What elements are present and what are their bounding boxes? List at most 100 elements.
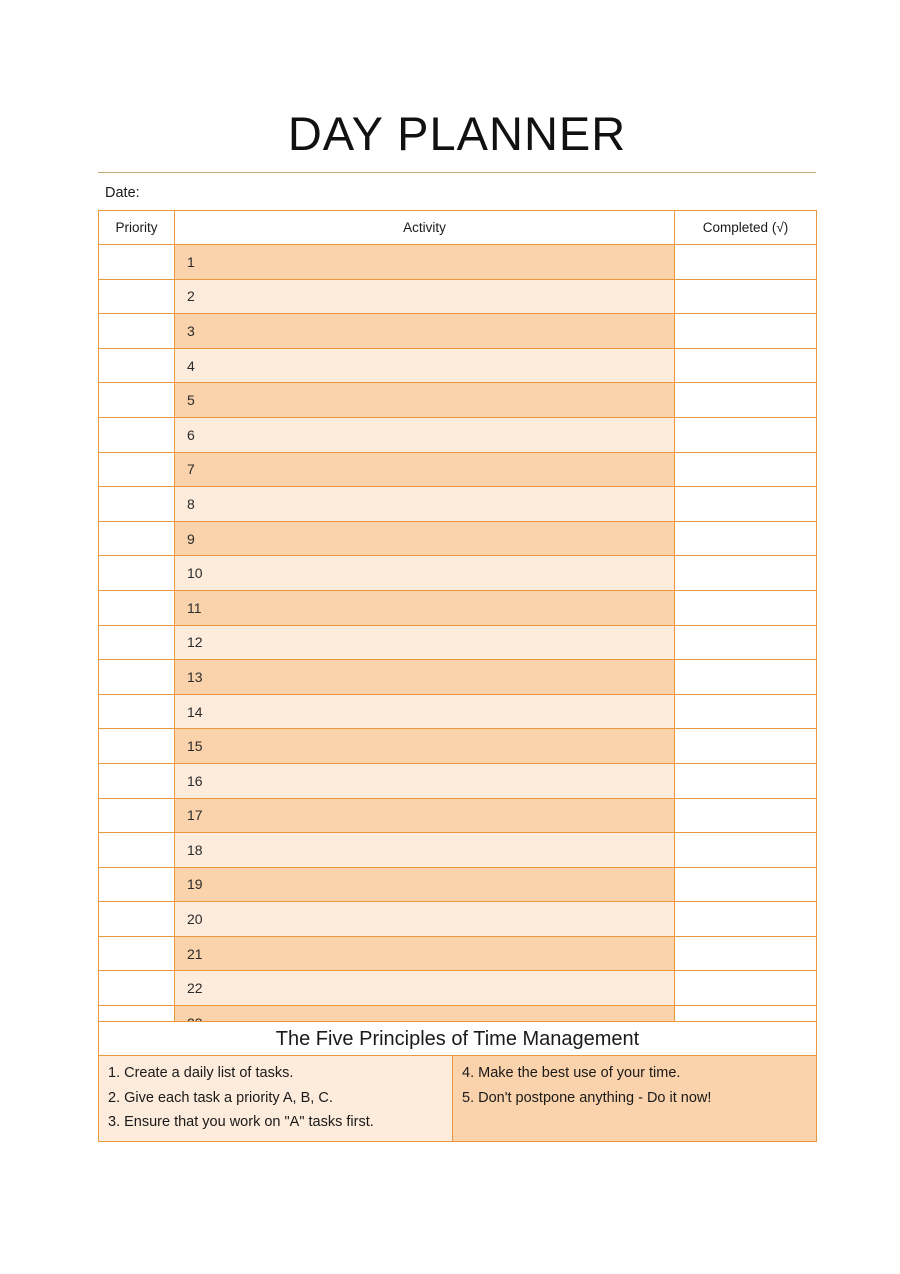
activity-cell[interactable]: 5: [174, 382, 675, 418]
table-row: 20: [98, 901, 817, 937]
priority-cell[interactable]: [98, 728, 175, 764]
completed-cell[interactable]: [674, 347, 817, 384]
principles-heading: The Five Principles of Time Management: [98, 1021, 817, 1056]
completed-cell[interactable]: [674, 382, 817, 418]
table-row: 6: [98, 416, 817, 453]
table-row: 10: [98, 555, 817, 591]
table-row: 5: [98, 382, 817, 418]
completed-cell[interactable]: [674, 832, 817, 868]
day-planner-page: DAY PLANNER Date: Priority Activity Comp…: [0, 0, 900, 1274]
completed-cell[interactable]: [674, 313, 817, 349]
activity-cell[interactable]: 22: [174, 970, 675, 1007]
table-header: Priority Activity Completed (√): [98, 210, 817, 245]
priority-cell[interactable]: [98, 347, 175, 384]
activity-cell[interactable]: 4: [174, 347, 675, 384]
priority-cell[interactable]: [98, 520, 175, 557]
priority-cell[interactable]: [98, 832, 175, 868]
priority-cell[interactable]: [98, 244, 175, 280]
date-label: Date:: [105, 185, 140, 201]
completed-cell[interactable]: [674, 693, 817, 730]
principles-left-cell: 1. Create a daily list of tasks. 2. Give …: [98, 1055, 453, 1142]
page-title: DAY PLANNER: [287, 107, 627, 160]
principles-heading-row: The Five Principles of Time Management: [98, 1021, 817, 1056]
table-row: 4: [98, 347, 817, 384]
priority-cell[interactable]: [98, 866, 175, 903]
priority-cell[interactable]: [98, 416, 175, 453]
priority-cell[interactable]: [98, 555, 175, 591]
activity-cell[interactable]: 11: [174, 589, 675, 626]
table-row: 17: [98, 797, 817, 834]
table-row: 16: [98, 762, 817, 799]
activity-cell[interactable]: 15: [174, 728, 675, 764]
activity-cell[interactable]: 18: [174, 832, 675, 868]
priority-cell[interactable]: [98, 659, 175, 695]
planner-table: Priority Activity Completed (√) 12345678…: [98, 210, 817, 1041]
priority-cell[interactable]: [98, 486, 175, 522]
completed-cell[interactable]: [674, 970, 817, 1007]
principles-content-row: 1. Create a daily list of tasks. 2. Give …: [98, 1055, 817, 1142]
activity-cell[interactable]: 9: [174, 520, 675, 557]
table-row: 14: [98, 693, 817, 730]
completed-cell[interactable]: [674, 451, 817, 488]
table-row: 19: [98, 866, 817, 903]
principle-item: 4. Make the best use of your time.: [462, 1065, 681, 1081]
completed-cell[interactable]: [674, 416, 817, 453]
priority-cell[interactable]: [98, 693, 175, 730]
principles-right-list: 4. Make the best use of your time. 5. Don…: [453, 1056, 816, 1116]
completed-cell[interactable]: [674, 278, 817, 315]
completed-cell[interactable]: [674, 659, 817, 695]
principle-item: 3. Ensure that you work on "A" tasks fir…: [108, 1114, 374, 1130]
completed-cell[interactable]: [674, 486, 817, 522]
principle-item: 1. Create a daily list of tasks.: [108, 1065, 294, 1081]
principles-right-cell: 4. Make the best use of your time. 5. Don…: [452, 1055, 817, 1142]
completed-cell[interactable]: [674, 935, 817, 972]
completed-cell[interactable]: [674, 244, 817, 280]
priority-cell[interactable]: [98, 970, 175, 1007]
priority-cell[interactable]: [98, 382, 175, 418]
completed-cell[interactable]: [674, 901, 817, 937]
table-row: 13: [98, 659, 817, 695]
activity-cell[interactable]: 14: [174, 693, 675, 730]
table-row: 9: [98, 520, 817, 557]
activity-cell[interactable]: 8: [174, 486, 675, 522]
activity-cell[interactable]: 10: [174, 555, 675, 591]
principle-item: 2. Give each task a priority A, B, C.: [108, 1089, 333, 1106]
completed-cell[interactable]: [674, 520, 817, 557]
priority-cell[interactable]: [98, 624, 175, 661]
activity-cell[interactable]: 6: [174, 416, 675, 453]
completed-cell[interactable]: [674, 728, 817, 764]
page-title-container: DAY PLANNER: [98, 106, 816, 162]
priority-cell[interactable]: [98, 901, 175, 937]
completed-cell[interactable]: [674, 589, 817, 626]
activity-cell[interactable]: 20: [174, 901, 675, 937]
table-body: 1234567891011121314151617181920212223: [98, 244, 817, 1041]
table-row: 7: [98, 451, 817, 488]
activity-cell[interactable]: 3: [174, 313, 675, 349]
priority-cell[interactable]: [98, 589, 175, 626]
priority-cell[interactable]: [98, 935, 175, 972]
activity-cell[interactable]: 12: [174, 624, 675, 661]
table-row: 21: [98, 935, 817, 972]
activity-cell[interactable]: 13: [174, 659, 675, 695]
activity-cell[interactable]: 2: [174, 278, 675, 315]
priority-cell[interactable]: [98, 278, 175, 315]
activity-cell[interactable]: 19: [174, 866, 675, 903]
table-row: 1: [98, 244, 817, 280]
table-row: 18: [98, 832, 817, 868]
activity-cell[interactable]: 1: [174, 244, 675, 280]
priority-cell[interactable]: [98, 313, 175, 349]
activity-cell[interactable]: 16: [174, 762, 675, 799]
priority-cell[interactable]: [98, 797, 175, 834]
completed-cell[interactable]: [674, 762, 817, 799]
completed-cell[interactable]: [674, 866, 817, 903]
table-row: 12: [98, 624, 817, 661]
completed-cell[interactable]: [674, 555, 817, 591]
activity-cell[interactable]: 21: [174, 935, 675, 972]
priority-cell[interactable]: [98, 762, 175, 799]
completed-cell[interactable]: [674, 797, 817, 834]
principles-left-list: 1. Create a daily list of tasks. 2. Give …: [99, 1056, 452, 1141]
activity-cell[interactable]: 17: [174, 797, 675, 834]
activity-cell[interactable]: 7: [174, 451, 675, 488]
completed-cell[interactable]: [674, 624, 817, 661]
priority-cell[interactable]: [98, 451, 175, 488]
